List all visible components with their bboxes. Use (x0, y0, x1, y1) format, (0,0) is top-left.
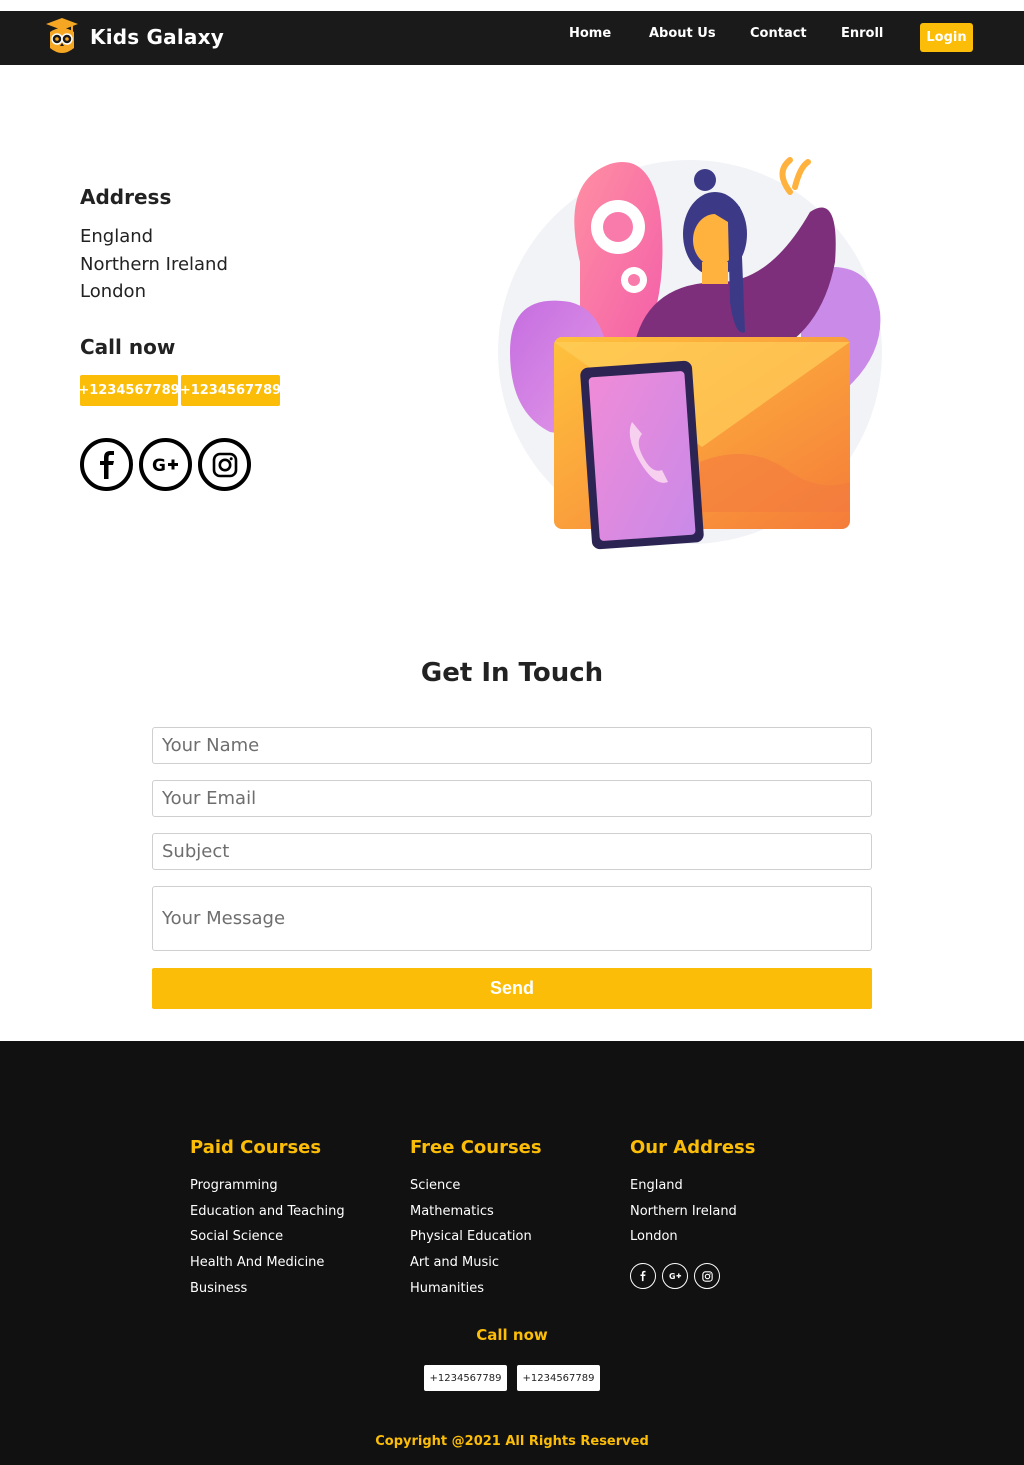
instagram-icon (212, 452, 237, 477)
address-line-city: London (80, 281, 146, 302)
instagram-icon (701, 1270, 713, 1282)
nav-link-about-us[interactable]: About Us (649, 26, 716, 41)
send-button[interactable]: Send (152, 968, 872, 1009)
footer-phone-button-2[interactable]: +1234567789 (517, 1365, 600, 1391)
email-field[interactable] (152, 780, 872, 817)
address-line-country: England (80, 226, 154, 247)
paid-course-link[interactable]: Social Science (190, 1229, 283, 1244)
instagram-link[interactable] (198, 438, 251, 491)
footer-facebook-link[interactable] (630, 1263, 656, 1289)
nav-link-home[interactable]: Home (569, 26, 611, 41)
nav-link-enroll[interactable]: Enroll (841, 26, 883, 41)
get-in-touch-title: Get In Touch (420, 658, 604, 688)
footer-address-line: Northern Ireland (630, 1204, 737, 1219)
phone-button-2[interactable]: +1234567789 (180, 375, 281, 406)
free-course-link[interactable]: Science (410, 1178, 460, 1193)
our-address-heading: Our Address (630, 1137, 756, 1158)
free-courses-heading: Free Courses (410, 1137, 542, 1158)
top-navbar: Kids Galaxy Home About Us Contact Enroll… (0, 11, 1024, 65)
facebook-icon (99, 450, 114, 479)
copyright-text: Copyright @2021 All Rights Reserved (375, 1434, 649, 1449)
free-course-link[interactable]: Art and Music (410, 1255, 499, 1270)
subject-field[interactable] (152, 833, 872, 870)
address-line-region: Northern Ireland (80, 254, 228, 275)
footer-instagram-link[interactable] (694, 1263, 720, 1289)
free-course-link[interactable]: Physical Education (410, 1229, 532, 1244)
footer-call-now-heading: Call now (476, 1326, 548, 1344)
address-heading: Address (80, 185, 172, 209)
google-plus-icon: G (669, 1272, 681, 1281)
svg-text:G: G (669, 1272, 675, 1281)
phone-button-1[interactable]: +1234567789 (78, 375, 180, 406)
nav-link-contact[interactable]: Contact (750, 26, 807, 41)
google-plus-icon: G (152, 456, 178, 475)
footer: Paid Courses Programming Education and T… (0, 1041, 1024, 1465)
call-now-heading: Call now (80, 335, 176, 359)
footer-address-line: England (630, 1178, 683, 1193)
facebook-link[interactable] (80, 438, 133, 491)
svg-text:G: G (152, 456, 166, 475)
paid-course-link[interactable]: Business (190, 1281, 247, 1296)
name-field[interactable] (152, 727, 872, 764)
paid-course-link[interactable]: Programming (190, 1178, 278, 1193)
facebook-icon (640, 1270, 646, 1282)
free-course-link[interactable]: Mathematics (410, 1204, 494, 1219)
login-button[interactable]: Login (920, 23, 973, 52)
footer-google-plus-link[interactable]: G (662, 1263, 688, 1289)
contact-illustration (498, 157, 882, 550)
paid-courses-heading: Paid Courses (190, 1137, 322, 1158)
paid-course-link[interactable]: Education and Teaching (190, 1204, 345, 1219)
message-field[interactable] (152, 886, 872, 951)
footer-address-line: London (630, 1229, 678, 1244)
google-plus-link[interactable]: G (139, 438, 192, 491)
paid-course-link[interactable]: Health And Medicine (190, 1255, 324, 1270)
free-course-link[interactable]: Humanities (410, 1281, 484, 1296)
nav-menu: Home About Us Contact Enroll (0, 26, 1024, 46)
footer-phone-button-1[interactable]: +1234567789 (424, 1365, 507, 1391)
